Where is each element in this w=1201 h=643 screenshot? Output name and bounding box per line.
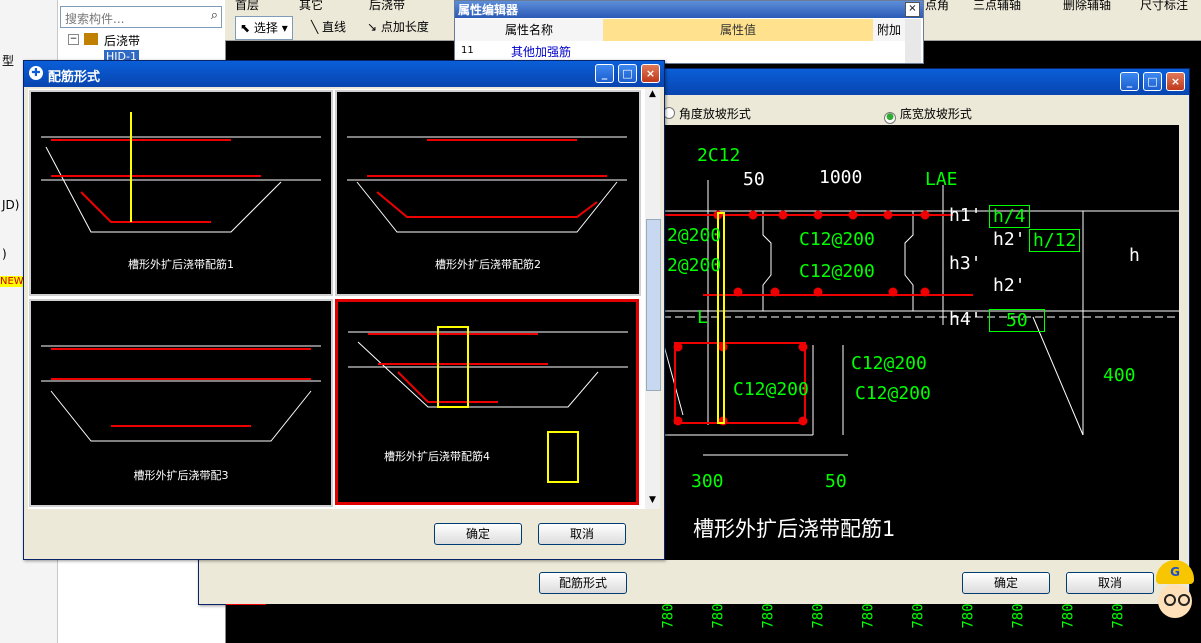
cancel-button[interactable]: 取消 — [1066, 572, 1154, 594]
thumb-scrollbar[interactable]: ▲ ▼ — [645, 89, 661, 509]
add-length-button[interactable]: ↘ 点加长度 — [363, 16, 433, 38]
rebar-form-button[interactable]: 配筋形式 — [539, 572, 627, 594]
label-2at200a: 2@200 — [667, 225, 722, 246]
line-icon: ╲ — [311, 20, 323, 34]
label-h1-value: h/4 — [989, 205, 1030, 228]
property-editor-title: 属性编辑器 — [455, 1, 923, 18]
label-2c12: 2C12 — [697, 145, 741, 166]
preview-drawing — [663, 180, 1179, 456]
radio-angle[interactable]: 角度放坡形式 — [663, 105, 751, 122]
preview-caption: 槽形外扩后浇带配筋1 — [693, 517, 896, 541]
label-c12-c: C12@200 — [851, 353, 927, 374]
thumb-3[interactable]: 槽形外扩后浇带配3 — [29, 299, 333, 507]
radio-angle-label: 角度放坡形式 — [678, 107, 751, 121]
maximize-icon[interactable]: □ — [618, 64, 637, 83]
label-h4: h4' — [949, 309, 982, 330]
dimension-button[interactable]: 尺寸标注 — [1140, 0, 1188, 13]
point-icon: ↘ — [367, 20, 381, 34]
folder-icon — [84, 33, 98, 45]
label-300: 300 — [691, 471, 724, 492]
property-editor: 属性编辑器 × 属性名称 属性值 附加 11 其他加强筋 — [454, 0, 924, 64]
thumb-1[interactable]: 槽形外扩后浇带配筋1 — [29, 90, 333, 296]
label-c12-d: C12@200 — [733, 379, 809, 400]
close-icon[interactable]: × — [1166, 72, 1185, 91]
strip-item: ) — [2, 247, 7, 261]
close-icon[interactable]: × — [641, 64, 660, 83]
label-c12-b: C12@200 — [799, 261, 875, 282]
thumb-4-selected[interactable]: 槽形外扩后浇带配筋4 — [335, 299, 639, 505]
rebar-form-dialog: ✚ 配筋形式 _ □ × 槽形外扩后浇带配筋1 槽形外扩后浇带配筋2 槽形外扩后… — [23, 60, 665, 560]
component-select[interactable]: 后浇带 — [369, 0, 405, 13]
minimize-icon[interactable]: _ — [1120, 72, 1139, 91]
label-h1: h1' — [949, 205, 982, 226]
label-h2b: h2' — [993, 275, 1026, 296]
row-number: 11 — [461, 45, 474, 56]
col-value-header: 属性值 — [603, 19, 873, 41]
type-select[interactable]: 其它 — [299, 0, 323, 13]
label-c12-e: C12@200 — [855, 383, 931, 404]
ok-button[interactable]: 确定 — [434, 523, 522, 545]
tree-root-label[interactable]: 后浇带 — [104, 32, 140, 49]
label-lae: LAE — [925, 169, 958, 190]
row-name[interactable]: 其他加强筋 — [511, 43, 571, 60]
tree-expand-icon[interactable]: − — [68, 34, 79, 45]
thumb-caption: 槽形外扩后浇带配筋4 — [384, 450, 490, 463]
maximize-icon[interactable]: □ — [1143, 72, 1162, 91]
strip-item: 型 — [2, 54, 15, 68]
label-2at200b: 2@200 — [667, 255, 722, 276]
line-button[interactable]: ╲ 直线 — [307, 16, 350, 38]
radio-bottom-width[interactable]: ● 底宽放坡形式 — [884, 105, 972, 124]
delete-axis-button[interactable]: 删除辅轴 — [1063, 0, 1111, 13]
preview-canvas: 2C12 50 1000 LAE h1' h/4 h2' h/12 h h3' … — [663, 125, 1179, 560]
search-placeholder: 搜索构件... — [65, 12, 125, 26]
app-icon: ✚ — [29, 66, 43, 80]
label-c12-a: C12@200 — [799, 229, 875, 250]
label-h: h — [1129, 245, 1140, 266]
label-h4-value: 50 — [989, 309, 1045, 332]
cursor-icon: ⬉ — [240, 21, 254, 35]
radio-bottom-label: 底宽放坡形式 — [899, 107, 972, 121]
search-icon[interactable]: ⌕ — [211, 8, 218, 23]
label-h2-value: h/12 — [1029, 229, 1081, 252]
scroll-thumb[interactable] — [646, 219, 661, 391]
col-name-header: 属性名称 — [455, 19, 604, 41]
thumb-2[interactable]: 槽形外扩后浇带配筋2 — [335, 90, 641, 296]
thumb-caption: 槽形外扩后浇带配筋2 — [435, 258, 541, 271]
thumb-caption: 槽形外扩后浇带配筋1 — [128, 258, 234, 271]
label-50a: 50 — [743, 169, 765, 190]
label-h2: h2' — [993, 229, 1026, 250]
property-scrollbar[interactable] — [905, 19, 921, 63]
canvas-bottom: 780 780 780 780 780 780 780 780 780 780 — [226, 603, 1201, 643]
small-dialog-title: 配筋形式 — [48, 70, 101, 85]
select-button[interactable]: ⬉ 选择 ▾ — [235, 16, 293, 40]
ok-button[interactable]: 确定 — [962, 572, 1050, 594]
search-input[interactable]: 搜索构件... ⌕ — [60, 6, 222, 28]
floor-select[interactable]: 首层 — [235, 0, 259, 13]
col-extra-header: 附加 — [873, 19, 905, 41]
label-l: L — [697, 307, 708, 328]
cancel-button[interactable]: 取消 — [538, 523, 626, 545]
thumb-grid: 槽形外扩后浇带配筋1 槽形外扩后浇带配筋2 槽形外扩后浇带配3 槽形外扩后浇带配… — [28, 89, 661, 509]
three-point-axis-button[interactable]: 三点辅轴 — [973, 0, 1021, 13]
assistant-mascot-icon[interactable]: G — [1152, 556, 1198, 640]
thumb-caption: 槽形外扩后浇带配3 — [133, 469, 229, 482]
label-400: 400 — [1103, 365, 1136, 386]
minimize-icon[interactable]: _ — [595, 64, 614, 83]
new-badge: NEW — [0, 276, 24, 287]
small-dialog-titlebar: ✚ 配筋形式 _ □ × — [24, 61, 664, 87]
label-h3: h3' — [949, 253, 982, 274]
point-angle-button[interactable]: 点角 — [925, 0, 949, 13]
scroll-up-icon[interactable]: ▲ — [646, 89, 659, 103]
label-50b: 50 — [825, 471, 847, 492]
scroll-down-icon[interactable]: ▼ — [646, 495, 659, 509]
label-1000: 1000 — [819, 167, 863, 188]
close-icon[interactable]: × — [905, 2, 920, 17]
thumb-drawing — [348, 326, 628, 483]
strip-item: JD) — [2, 198, 20, 212]
